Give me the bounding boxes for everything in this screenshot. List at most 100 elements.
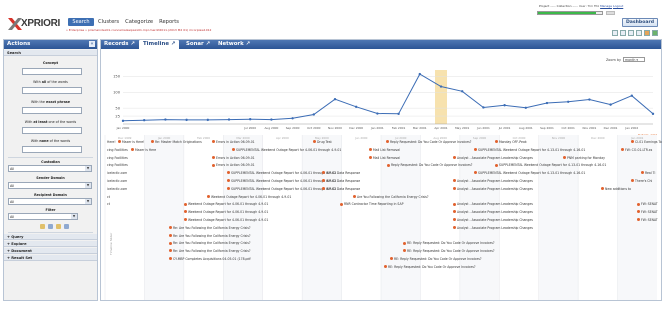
recipient-domain-select[interactable]: All ▼ bbox=[8, 198, 92, 205]
timeline-event[interactable]: RE: Reply Requested: Do You Code Or Appr… bbox=[384, 265, 475, 269]
timeline-event[interactable]: Analyst - Associate Program Leadership C… bbox=[453, 156, 533, 160]
timeline-event[interactable]: Re: Master Match Originations bbox=[151, 140, 202, 144]
timeline-event[interactable]: Mazer is Here bbox=[131, 148, 156, 152]
timeline-event[interactable]: WP-02 Data Response bbox=[322, 179, 360, 183]
timeline-event[interactable]: Analyst - Associate Program Leadership C… bbox=[453, 210, 533, 214]
custodian-select[interactable]: All ▼ bbox=[8, 165, 92, 172]
email-dot-icon bbox=[227, 179, 230, 183]
timeline-event[interactable]: Re: Are You Following the California Ene… bbox=[169, 234, 251, 238]
timeline-event[interactable]: Errors in Action 06-09-01 bbox=[212, 163, 255, 167]
with-all-input[interactable] bbox=[22, 87, 82, 94]
nav-categorize[interactable]: Categorize bbox=[125, 18, 153, 26]
timeline-event[interactable]: Analyst - Associate Program Leadership C… bbox=[453, 226, 533, 230]
search-tab-button[interactable]: Search bbox=[68, 18, 94, 26]
export-icon[interactable] bbox=[636, 30, 642, 36]
timeline-event[interactable]: WP-02 Data Response bbox=[322, 171, 360, 175]
timeline-event[interactable]: Analyst - Associate Program Leadership C… bbox=[453, 179, 533, 183]
timeline-event[interactable]: SUPPLEMENTAL Weekend Outage Report for 4… bbox=[227, 171, 336, 175]
settings-icon[interactable] bbox=[652, 30, 658, 36]
zoom-select[interactable]: month ▾ bbox=[623, 57, 645, 62]
timeline-event[interactable]: WP-02 Data Response bbox=[322, 187, 360, 191]
search-icon[interactable] bbox=[40, 224, 45, 229]
query-section-header[interactable]: + Query bbox=[4, 234, 97, 240]
timeline-event[interactable]: Monday OFF-Peak bbox=[495, 140, 527, 144]
divider bbox=[8, 232, 93, 233]
timeline-event[interactable]: Are You Following the California Energy … bbox=[353, 195, 429, 199]
timeline-event[interactable]: RE: Reply Requested: Do You Code Or Appr… bbox=[390, 257, 481, 261]
timeline-event[interactable]: SUPPLEMENTAL Weekend Outage Report for 4… bbox=[495, 163, 606, 167]
email-dot-icon bbox=[322, 187, 325, 191]
timeline-event[interactable]: FW: CO-01-LTR.xs bbox=[621, 148, 652, 152]
timeline-event[interactable]: RNR Contractor Time Reporting in SAP bbox=[340, 202, 403, 206]
result-set-section-header[interactable]: + Result Set bbox=[4, 255, 97, 261]
timeline-event[interactable]: New additions to bbox=[601, 187, 631, 191]
timeline-event[interactable]: SUPPLEMENTAL Weekend Outage Report for 4… bbox=[227, 187, 336, 191]
timeline-event[interactable]: Re: Are You Following the California Ene… bbox=[169, 226, 251, 230]
timeline-event[interactable]: Weekend Outage Report for 4-06-01 throug… bbox=[184, 218, 268, 222]
timeline-event[interactable]: Weekend Outage Report for 4-06-01 throug… bbox=[184, 202, 268, 206]
timeline-event[interactable]: Mail List Removal bbox=[369, 156, 400, 160]
timeline-event[interactable]: Mazer is Here! bbox=[118, 140, 144, 144]
timeline-event[interactable]: Mail List Removal bbox=[369, 148, 400, 152]
timeline-event[interactable]: There's Chi bbox=[631, 179, 652, 183]
timeline-event[interactable]: SUPPLEMENTAL Weekend Outage Report for 4… bbox=[474, 148, 585, 152]
collection-select[interactable]: ----- bbox=[572, 4, 577, 8]
project-select[interactable]: ----- bbox=[550, 4, 555, 8]
document-section-header[interactable]: + Document bbox=[4, 248, 97, 254]
timeline-event[interactable]: Errors in Action 06-09-01 bbox=[212, 140, 255, 144]
search-section-header[interactable]: Search bbox=[4, 50, 97, 56]
timeline-event[interactable]: SUPPLEMENTAL Weekend Outage Report for 4… bbox=[227, 179, 336, 183]
tab-network[interactable]: Network ↗ bbox=[218, 40, 250, 49]
timeline-event[interactable]: Analyst - Associate Program Leadership C… bbox=[453, 218, 533, 222]
timeline-event[interactable]: Drug Test bbox=[313, 140, 332, 144]
timeline-event-title: RE: Reply Requested: Do You Code Or Appr… bbox=[407, 249, 495, 254]
timeline-event[interactable]: SUPPLEMENTAL Weekend Outage Report for 4… bbox=[474, 171, 585, 175]
with-atleast-input[interactable] bbox=[22, 127, 82, 134]
timeline-event[interactable]: Analyst - Associate Program Leadership C… bbox=[453, 187, 533, 191]
explore-section-header[interactable]: + Explore bbox=[4, 241, 97, 247]
chart-icon[interactable] bbox=[644, 30, 650, 36]
timeline-event[interactable]: CY-MBP Completes Acquisitions 04-05-01 (… bbox=[169, 257, 251, 261]
nav-reports[interactable]: Reports bbox=[159, 18, 179, 26]
timeline-event[interactable]: Errors in Action 06-09-01 bbox=[212, 156, 255, 160]
timeline-event[interactable]: Weekend Outage Report for 4-06-01 throug… bbox=[184, 210, 268, 214]
timeline-event[interactable]: FW: SENAT bbox=[637, 202, 658, 206]
grid-icon[interactable] bbox=[620, 30, 626, 36]
manage-link[interactable]: Manage bbox=[600, 4, 612, 8]
collapse-icon[interactable]: « bbox=[89, 41, 95, 47]
app-logo[interactable]: XPRIORI bbox=[8, 17, 70, 31]
tab-sonar[interactable]: Sonar ↗ bbox=[186, 40, 210, 49]
timeline-event[interactable]: CI-01 Earnings To bbox=[631, 140, 662, 144]
save-icon[interactable] bbox=[48, 224, 53, 229]
dashboard-button[interactable]: Dashboard bbox=[622, 18, 658, 27]
timeline-event[interactable]: RE: Reply Requested: Do You Code Or Appr… bbox=[403, 249, 494, 253]
timeline-event[interactable]: Real Ti bbox=[641, 171, 655, 175]
timeline-event[interactable]: Reply Requested: Do You Code Or Approve … bbox=[386, 140, 471, 144]
filter-select[interactable]: All ▼ bbox=[8, 213, 78, 220]
timeline-event[interactable]: Reply Requested: Do You Code Or Approve … bbox=[387, 163, 472, 167]
logout-link[interactable]: Logout bbox=[613, 4, 623, 8]
timeline-event[interactable]: Analyst - Associate Program Leadership C… bbox=[453, 202, 533, 206]
table-icon[interactable] bbox=[628, 30, 634, 36]
timeline-event[interactable]: Weekend Outage Report for 4-06-01 throug… bbox=[207, 195, 291, 199]
timeline-event-title: Mazer is Here bbox=[135, 147, 157, 152]
with-none-input[interactable] bbox=[22, 146, 82, 153]
timeline-event[interactable]: FW: SENAT bbox=[637, 218, 658, 222]
x-tick-label: Mar 2001 bbox=[413, 126, 427, 130]
clear-icon[interactable] bbox=[56, 224, 61, 229]
timeline-event[interactable]: RE: Reply Requested: Do You Code Or Appr… bbox=[403, 241, 494, 245]
timeline-event[interactable]: SUPPLEMENTAL Weekend Outage Report for 4… bbox=[232, 148, 341, 152]
dropdown-icon[interactable] bbox=[612, 30, 618, 36]
tab-timeline[interactable]: Timeline ↗ bbox=[139, 40, 180, 49]
breadcrumb-text[interactable]: » Enterprise » prismaindex01.ciuncamalas… bbox=[66, 28, 211, 32]
nav-clusters[interactable]: Clusters bbox=[98, 18, 119, 26]
with-exact-input[interactable] bbox=[22, 107, 82, 114]
concept-input[interactable] bbox=[22, 68, 82, 75]
timeline-event[interactable]: PNM parking for Monday bbox=[563, 156, 605, 160]
timeline-event[interactable]: Re: Are You Following the California Ene… bbox=[169, 241, 251, 245]
tab-records[interactable]: Records ↗ bbox=[104, 40, 135, 49]
timeline-event[interactable]: FW: SENAT bbox=[637, 210, 658, 214]
sender-domain-select[interactable]: All ▼ bbox=[8, 182, 92, 189]
help-icon[interactable] bbox=[64, 224, 69, 229]
timeline-event[interactable]: Re: Are You Following the California Ene… bbox=[169, 249, 251, 253]
